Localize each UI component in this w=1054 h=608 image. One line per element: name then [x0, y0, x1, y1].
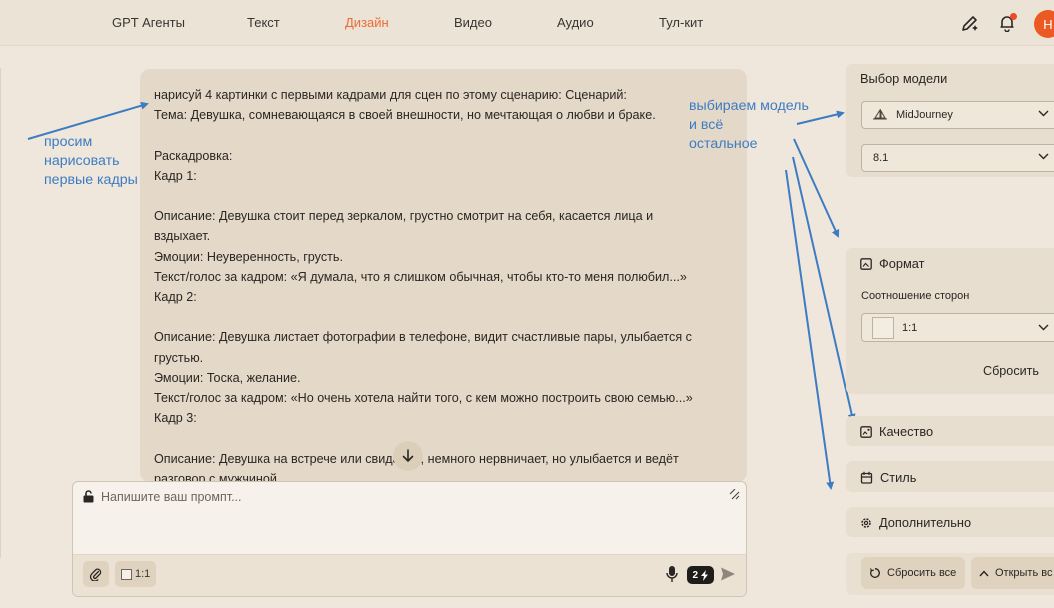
- reset-icon: [869, 568, 880, 578]
- nav-item-gpt-agents[interactable]: GPT Агенты: [112, 15, 185, 30]
- format-section-header[interactable]: Формат: [860, 256, 924, 271]
- message-line: [154, 186, 733, 206]
- nav-item-design[interactable]: Дизайн: [345, 15, 389, 30]
- advanced-section[interactable]: Дополнительно: [846, 507, 1054, 537]
- edit-pen-icon[interactable]: [959, 12, 981, 34]
- nav-item-toolkit[interactable]: Тул-кит: [659, 15, 703, 30]
- annotation-line: нарисовать: [44, 153, 120, 169]
- top-navigation: GPT Агенты Текст Дизайн Видео Аудио Тул-…: [0, 0, 1054, 46]
- aspect-ratio-field-label: Соотношение сторон: [861, 290, 970, 302]
- annotation-left: просим нарисовать первые кадры: [44, 133, 138, 190]
- advanced-section-header: Дополнительно: [860, 515, 971, 530]
- annotation-line: и всё: [689, 117, 724, 133]
- style-icon: [860, 471, 873, 484]
- credits-badge: 2: [687, 566, 714, 584]
- annotation-line: первые кадры: [44, 172, 138, 188]
- message-line: Тема: Девушка, сомневающаяся в своей вне…: [154, 108, 656, 123]
- message-line: Описание: Девушка листает фотографии в т…: [154, 330, 692, 345]
- message-line: грустью.: [154, 350, 204, 365]
- message-line: [154, 428, 733, 448]
- quality-section[interactable]: Качество: [846, 416, 1054, 446]
- message-line: Кадр 1:: [154, 168, 197, 183]
- model-section: Выбор модели MidJourney 8.1: [846, 64, 1054, 177]
- message-line: Текст/голос за кадром: «Я думала, что я …: [154, 269, 687, 284]
- message-line: Кадр 2:: [154, 290, 197, 304]
- prompt-toolbar: 1:1 2: [73, 554, 746, 596]
- lightning-icon: [701, 569, 708, 581]
- scroll-down-button[interactable]: [393, 441, 423, 471]
- message-line: [154, 307, 733, 327]
- left-divider: [0, 68, 1, 558]
- advanced-section-title: Дополнительно: [879, 515, 972, 530]
- user-message-bubble: нарисуй 4 картинки с первыми кадрами для…: [140, 69, 747, 482]
- message-line: Описание: Девушка стоит перед зеркалом, …: [154, 209, 654, 224]
- model-section-title[interactable]: Выбор модели: [860, 71, 947, 86]
- reset-all-button[interactable]: Сбросить все: [861, 557, 965, 589]
- square-ratio-icon: [872, 316, 894, 339]
- reset-format-label: Сбросить: [983, 364, 1039, 378]
- aspect-ratio-button[interactable]: 1:1: [115, 561, 157, 587]
- aspect-ratio-label: 1:1: [135, 568, 151, 580]
- nav-item-video[interactable]: Видео: [454, 15, 492, 30]
- chevron-up-icon: [979, 569, 989, 576]
- open-all-label: Открыть вс: [995, 567, 1053, 579]
- notification-dot: [1010, 13, 1017, 20]
- midjourney-boat-icon: [873, 109, 887, 120]
- reset-format-button[interactable]: Сбросить: [983, 364, 1039, 378]
- arrow-to-style: [785, 169, 835, 490]
- message-line: Кадр 3:: [154, 411, 197, 426]
- attach-button[interactable]: [83, 561, 109, 587]
- message-line: Раскадровка:: [154, 148, 233, 163]
- aspect-ratio-select[interactable]: 1:1: [861, 313, 1054, 342]
- chevron-down-icon: [1038, 110, 1049, 117]
- message-line: [154, 125, 733, 145]
- style-section[interactable]: Стиль: [846, 461, 1054, 492]
- annotation-line: выбираем модель: [689, 98, 809, 114]
- message-line: Описание: Девушка на встрече или свидани…: [154, 451, 679, 466]
- style-section-header: Стиль: [860, 470, 916, 485]
- message-line: Эмоции: Неуверенность, грусть.: [154, 249, 343, 264]
- nav-item-audio[interactable]: Аудио: [557, 15, 594, 30]
- chevron-down-icon: [1038, 324, 1049, 331]
- annotation-line: остальное: [689, 136, 758, 152]
- nav-item-text[interactable]: Текст: [247, 15, 280, 30]
- microphone-icon[interactable]: [666, 565, 678, 588]
- message-line: Эмоции: Тоска, желание.: [154, 370, 301, 385]
- paperclip-icon: [89, 568, 102, 581]
- open-all-button[interactable]: Открыть вс: [971, 557, 1054, 589]
- resize-grip-icon[interactable]: [729, 487, 740, 505]
- format-section: Формат Соотношение сторон 1:1 Сбросить: [846, 248, 1054, 394]
- message-line: вздыхает.: [154, 229, 211, 244]
- quality-section-title: Качество: [879, 424, 934, 439]
- version-select[interactable]: 8.1: [861, 144, 1054, 172]
- format-section-title: Формат: [879, 256, 925, 271]
- gear-icon: [861, 517, 871, 528]
- quality-icon: [860, 425, 872, 438]
- prompt-box: 1:1 2: [72, 481, 747, 597]
- square-ratio-icon: [121, 568, 132, 580]
- model-select-value: MidJourney: [896, 109, 953, 121]
- lock-icon[interactable]: [82, 490, 95, 508]
- bell-icon[interactable]: [996, 12, 1018, 34]
- arrow-down-icon: [402, 449, 414, 462]
- version-select-value: 8.1: [873, 152, 889, 164]
- quality-section-header: Качество: [860, 424, 933, 439]
- aspect-ratio-value: 1:1: [902, 321, 918, 334]
- message-line: Текст/голос за кадром: «Но очень хотела …: [154, 391, 693, 405]
- style-section-title: Стиль: [880, 470, 917, 485]
- annotation-right: выбираем модель и всё остальное: [689, 97, 809, 154]
- chevron-down-icon: [1038, 153, 1049, 160]
- avatar[interactable]: Н: [1034, 10, 1054, 38]
- model-select[interactable]: MidJourney: [861, 101, 1054, 129]
- send-button[interactable]: [720, 566, 736, 587]
- reset-all-label: Сбросить все: [887, 567, 957, 579]
- send-arrow-icon: [721, 567, 735, 581]
- prompt-input[interactable]: [101, 490, 701, 504]
- message-line: нарисуй 4 картинки с первыми кадрами для…: [154, 88, 627, 102]
- credits-count: 2: [692, 569, 698, 581]
- image-format-icon: [860, 257, 872, 270]
- annotation-line: просим: [44, 134, 93, 150]
- arrow-to-quality: [792, 156, 856, 422]
